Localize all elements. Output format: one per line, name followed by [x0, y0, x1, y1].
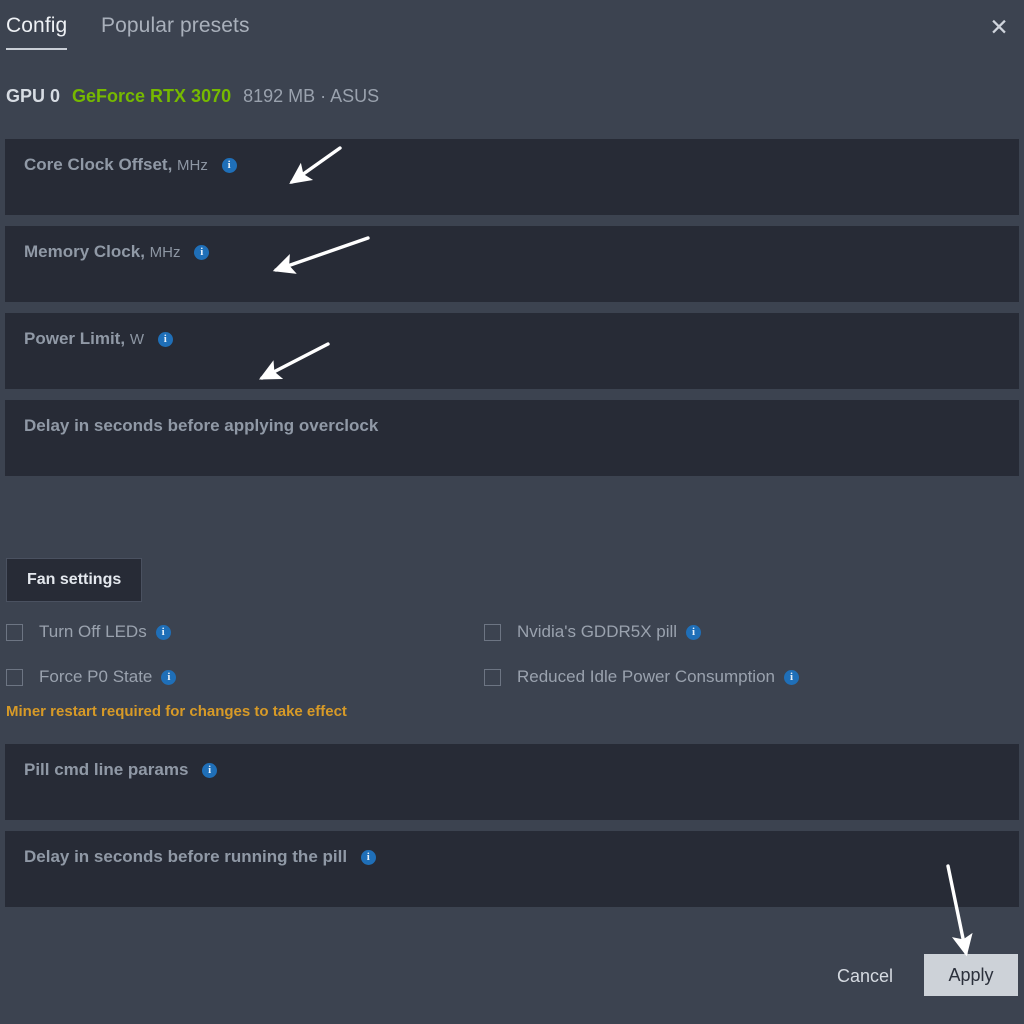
info-icon[interactable]: i: [360, 850, 376, 865]
power-limit-unit: W: [129, 331, 144, 348]
core-clock-offset-field[interactable]: Core Clock Offset, MHz i: [5, 139, 1019, 215]
info-icon[interactable]: i: [155, 624, 171, 640]
gpu-summary: GPU 0 GeForce RTX 3070 8192 MB · ASUS: [6, 86, 379, 107]
checkbox-reduced-idle-power-consumption[interactable]: Reduced Idle Power Consumption i: [484, 667, 962, 687]
core-clock-offset-unit: MHz: [177, 157, 208, 174]
cancel-button[interactable]: Cancel: [831, 965, 899, 988]
checkbox-box[interactable]: [6, 623, 23, 641]
lower-fields-group: Pill cmd line params i Delay in seconds …: [5, 744, 1019, 918]
checkbox-box[interactable]: [6, 668, 23, 686]
info-icon[interactable]: i: [161, 669, 177, 685]
overclock-delay-field[interactable]: Delay in seconds before applying overclo…: [5, 400, 1019, 476]
info-icon[interactable]: i: [221, 158, 237, 173]
pill-cmd-line-params-field[interactable]: Pill cmd line params i: [5, 744, 1019, 820]
overclock-delay-label-text: Delay in seconds before applying overclo…: [24, 416, 379, 435]
checkbox-row: Turn Off LEDs i Nvidia's GDDR5X pill i: [6, 622, 1006, 667]
dialog-footer: Cancel Apply: [0, 936, 1024, 1024]
pill-cmd-line-params-label-text: Pill cmd line params: [24, 760, 189, 779]
restart-warning-text: Miner restart required for changes to ta…: [6, 703, 347, 720]
info-icon[interactable]: i: [194, 245, 210, 260]
gpu-model-label: GeForce RTX 3070: [72, 86, 232, 106]
apply-button[interactable]: Apply: [924, 954, 1018, 996]
close-icon[interactable]: ✕: [986, 15, 1012, 41]
checkbox-nvidia-gddr5x-pill[interactable]: Nvidia's GDDR5X pill i: [484, 622, 962, 642]
gpu-meta-label: 8192 MB · ASUS: [243, 86, 380, 106]
core-clock-offset-label: Core Clock Offset, MHz i: [24, 155, 237, 175]
memory-clock-field[interactable]: Memory Clock, MHz i: [5, 226, 1019, 302]
checkbox-label: Reduced Idle Power Consumption: [517, 667, 775, 686]
overclock-delay-label: Delay in seconds before applying overclo…: [24, 416, 378, 436]
gpu-index-label: GPU 0: [6, 86, 61, 106]
power-limit-field[interactable]: Power Limit, W i: [5, 313, 1019, 389]
checkbox-force-p0-state[interactable]: Force P0 State i: [6, 667, 484, 687]
power-limit-label: Power Limit, W i: [24, 329, 173, 349]
checkbox-box[interactable]: [484, 623, 501, 641]
tab-popular-presets[interactable]: Popular presets: [101, 14, 250, 48]
fan-settings-button[interactable]: Fan settings: [6, 558, 143, 602]
memory-clock-label: Memory Clock, MHz i: [24, 242, 210, 262]
checkbox-label: Force P0 State: [39, 667, 153, 686]
info-icon[interactable]: i: [202, 763, 218, 778]
checkbox-label: Nvidia's GDDR5X pill: [517, 622, 678, 641]
fan-settings-label: Fan settings: [27, 571, 122, 588]
upper-fields-group: Core Clock Offset, MHz i Memory Clock, M…: [5, 139, 1019, 487]
pill-delay-field[interactable]: Delay in seconds before running the pill…: [5, 831, 1019, 907]
checkbox-box[interactable]: [484, 668, 501, 686]
power-limit-label-text: Power Limit,: [24, 329, 126, 348]
info-icon[interactable]: i: [686, 624, 702, 640]
memory-clock-unit: MHz: [149, 244, 181, 261]
pill-delay-label: Delay in seconds before running the pill…: [24, 847, 376, 867]
pill-delay-label-text: Delay in seconds before running the pill: [24, 847, 348, 866]
checkbox-grid: Turn Off LEDs i Nvidia's GDDR5X pill i F…: [6, 622, 1006, 712]
checkbox-turn-off-leds[interactable]: Turn Off LEDs i: [6, 622, 484, 642]
memory-clock-label-text: Memory Clock,: [24, 242, 145, 261]
core-clock-offset-label-text: Core Clock Offset,: [24, 155, 173, 174]
info-icon[interactable]: i: [157, 332, 173, 347]
tab-bar: Config Popular presets ✕: [0, 0, 1024, 62]
tab-config[interactable]: Config: [6, 14, 68, 50]
checkbox-label: Turn Off LEDs: [39, 622, 147, 641]
pill-cmd-line-params-label: Pill cmd line params i: [24, 760, 218, 780]
info-icon[interactable]: i: [783, 669, 799, 685]
